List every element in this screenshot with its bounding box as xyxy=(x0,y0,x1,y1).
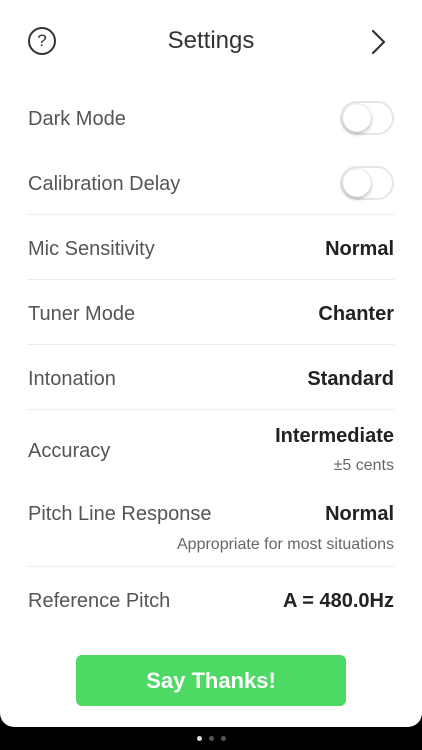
page-dot xyxy=(220,736,226,741)
setting-row-reference-pitch[interactable]: Reference Pitch A = 480.0Hz xyxy=(28,567,394,631)
setting-label: Intonation xyxy=(28,368,116,390)
setting-subtext: ±5 cents xyxy=(333,457,394,474)
toggle-knob xyxy=(343,169,371,197)
setting-row-mic-sensitivity[interactable]: Mic Sensitivity Normal xyxy=(28,215,394,280)
page-dot xyxy=(208,736,214,741)
setting-label: Calibration Delay xyxy=(28,173,181,195)
setting-value: Intermediate xyxy=(275,425,394,447)
page-title: Settings xyxy=(167,27,255,54)
setting-label: Mic Sensitivity xyxy=(28,238,155,260)
setting-value: Normal xyxy=(325,238,394,260)
setting-row-intonation[interactable]: Intonation Standard xyxy=(28,345,394,410)
chevron-right-icon xyxy=(371,29,386,55)
setting-label: Tuner Mode xyxy=(28,303,136,325)
setting-subtext: Appropriate for most situations xyxy=(177,536,394,553)
dark-mode-toggle[interactable] xyxy=(340,101,394,135)
setting-value: Standard xyxy=(307,368,394,390)
setting-row-dark-mode: Dark Mode xyxy=(28,98,394,138)
calibration-delay-toggle[interactable] xyxy=(340,166,394,200)
setting-row-accuracy[interactable]: Accuracy Intermediate ±5 cents xyxy=(28,410,394,490)
setting-row-calibration-delay: Calibration Delay xyxy=(28,150,394,215)
setting-value: Chanter xyxy=(318,303,394,325)
setting-row-tuner-mode[interactable]: Tuner Mode Chanter xyxy=(28,280,394,345)
page-indicator[interactable] xyxy=(0,736,422,741)
setting-row-pitch-line-response[interactable]: Pitch Line Response Normal Appropriate f… xyxy=(28,490,394,567)
setting-label: Dark Mode xyxy=(28,108,126,130)
setting-value: A = 480.0Hz xyxy=(283,590,394,612)
setting-label: Pitch Line Response xyxy=(28,503,212,525)
next-button[interactable] xyxy=(364,26,394,58)
say-thanks-button[interactable]: Say Thanks! xyxy=(76,655,346,706)
page-dot xyxy=(196,736,202,741)
setting-label: Reference Pitch xyxy=(28,590,171,612)
setting-value: Normal xyxy=(325,503,394,525)
settings-screen: ? Settings Dark Mode Calibration Delay M… xyxy=(0,0,422,727)
setting-label: Accuracy xyxy=(28,440,111,462)
toggle-knob xyxy=(343,104,371,132)
header: ? Settings xyxy=(0,0,422,86)
